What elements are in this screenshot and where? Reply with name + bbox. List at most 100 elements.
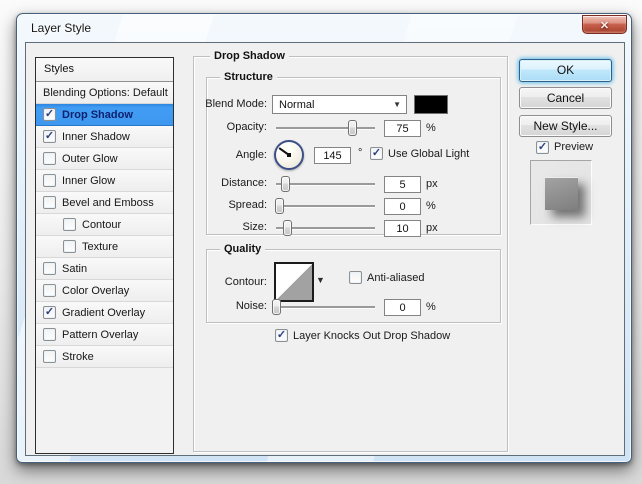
drop-shadow-groupbox: Drop Shadow Structure Blend Mode: Normal… xyxy=(193,56,508,452)
distance-slider-thumb[interactable] xyxy=(281,176,290,192)
spread-slider-thumb[interactable] xyxy=(275,198,284,214)
opacity-slider-thumb[interactable] xyxy=(348,120,357,136)
titlebar[interactable]: Layer Style ✕ xyxy=(17,14,631,42)
style-item-checkbox[interactable] xyxy=(43,152,56,165)
contour-dropdown-arrow[interactable]: ▼ xyxy=(316,275,325,285)
style-item-checkbox[interactable] xyxy=(43,350,56,363)
styles-list-item-gradient-overlay[interactable]: ✓ Gradient Overlay xyxy=(36,302,173,324)
style-item-label: Contour xyxy=(82,219,121,231)
style-item-label: Bevel and Emboss xyxy=(62,197,154,209)
contour-label: Contour: xyxy=(225,276,267,288)
contour-thumbnail[interactable] xyxy=(274,262,314,302)
preview-thumbnail xyxy=(530,160,592,225)
noise-unit: % xyxy=(426,301,436,313)
new-style-button[interactable]: New Style... xyxy=(519,115,612,137)
style-item-label: Blending Options: Default xyxy=(43,87,168,99)
styles-list-item-inner-glow[interactable]: Inner Glow xyxy=(36,170,173,192)
distance-unit: px xyxy=(426,178,438,190)
angle-dial[interactable] xyxy=(274,140,304,170)
noise-slider-thumb[interactable] xyxy=(272,299,281,315)
quality-group-title: Quality xyxy=(220,243,265,255)
blend-mode-select[interactable]: Normal ▼ xyxy=(272,95,407,114)
styles-list-item-outer-glow[interactable]: Outer Glow xyxy=(36,148,173,170)
styles-list-item-bevel-and-emboss[interactable]: Bevel and Emboss xyxy=(36,192,173,214)
spread-slider[interactable] xyxy=(276,205,375,207)
styles-list-header: Styles xyxy=(36,58,173,82)
style-item-checkbox[interactable] xyxy=(63,240,76,253)
desktop-background: Layer Style ✕ Styles Blending Options: D… xyxy=(0,0,642,484)
angle-label: Angle: xyxy=(236,149,267,161)
styles-list-item-inner-shadow[interactable]: ✓ Inner Shadow xyxy=(36,126,173,148)
quality-groupbox: Quality Contour: ▼ Anti-aliased Noise: % xyxy=(206,249,501,323)
style-item-label: Texture xyxy=(82,241,118,253)
distance-input[interactable] xyxy=(384,176,421,193)
noise-input[interactable] xyxy=(384,299,421,316)
drop-shadow-group-title: Drop Shadow xyxy=(210,50,289,62)
style-item-checkbox[interactable]: ✓ xyxy=(43,306,56,319)
opacity-slider[interactable] xyxy=(276,127,375,129)
shadow-color-swatch[interactable] xyxy=(414,95,448,114)
size-slider-thumb[interactable] xyxy=(283,220,292,236)
styles-list-item-color-overlay[interactable]: Color Overlay xyxy=(36,280,173,302)
use-global-light-checkbox[interactable]: ✓ xyxy=(370,147,383,160)
style-item-checkbox[interactable] xyxy=(43,328,56,341)
angle-unit: ° xyxy=(358,147,362,159)
layer-knocks-out-checkbox[interactable]: ✓ xyxy=(275,329,288,342)
opacity-unit: % xyxy=(426,122,436,134)
style-item-label: Inner Glow xyxy=(62,175,115,187)
layer-knocks-out-label: Layer Knocks Out Drop Shadow xyxy=(293,330,450,342)
angle-input[interactable] xyxy=(314,147,351,164)
style-item-label: Outer Glow xyxy=(62,153,118,165)
styles-list-item-texture[interactable]: Texture xyxy=(36,236,173,258)
style-item-label: Inner Shadow xyxy=(62,131,130,143)
noise-label: Noise: xyxy=(236,300,267,312)
noise-slider[interactable] xyxy=(272,306,375,308)
angle-dial-center-dot xyxy=(287,153,291,157)
chevron-down-icon: ▼ xyxy=(393,96,401,114)
structure-group-title: Structure xyxy=(220,71,277,83)
style-item-checkbox[interactable] xyxy=(43,284,56,297)
blend-mode-value: Normal xyxy=(279,96,314,114)
opacity-input[interactable] xyxy=(384,120,421,137)
ok-button[interactable]: OK xyxy=(519,59,612,82)
spread-label: Spread: xyxy=(228,199,267,211)
window-title: Layer Style xyxy=(31,21,91,35)
styles-list-item-pattern-overlay[interactable]: Pattern Overlay xyxy=(36,324,173,346)
size-slider[interactable] xyxy=(276,227,375,229)
styles-list-item-stroke[interactable]: Stroke xyxy=(36,346,173,368)
style-item-label: Gradient Overlay xyxy=(62,307,145,319)
anti-aliased-checkbox[interactable] xyxy=(349,271,362,284)
cancel-button[interactable]: Cancel xyxy=(519,87,612,109)
styles-list-item-contour[interactable]: Contour xyxy=(36,214,173,236)
preview-checkbox[interactable]: ✓ xyxy=(536,141,549,154)
distance-slider[interactable] xyxy=(276,183,375,185)
style-item-checkbox[interactable] xyxy=(63,218,76,231)
style-item-checkbox[interactable] xyxy=(43,262,56,275)
style-item-label: Color Overlay xyxy=(62,285,129,297)
layer-style-dialog: Layer Style ✕ Styles Blending Options: D… xyxy=(16,13,632,463)
style-item-label: Stroke xyxy=(62,351,94,363)
close-icon: ✕ xyxy=(600,20,609,32)
spread-unit: % xyxy=(426,200,436,212)
styles-list: Blending Options: Default ✓ Drop Shadow ✓ In… xyxy=(36,82,173,368)
style-item-checkbox[interactable]: ✓ xyxy=(43,108,56,121)
style-item-label: Drop Shadow xyxy=(62,109,133,121)
size-input[interactable] xyxy=(384,220,421,237)
styles-list-item-drop-shadow[interactable]: ✓ Drop Shadow xyxy=(36,104,173,126)
styles-list-item-blending-options-default[interactable]: Blending Options: Default xyxy=(36,82,173,104)
styles-list-item-satin[interactable]: Satin xyxy=(36,258,173,280)
dialog-client-area: Styles Blending Options: Default✓Drop Sh… xyxy=(25,42,625,456)
size-unit: px xyxy=(426,222,438,234)
styles-panel: Styles Blending Options: Default ✓ Drop Sh… xyxy=(35,57,174,454)
spread-input[interactable] xyxy=(384,198,421,215)
style-item-checkbox[interactable] xyxy=(43,196,56,209)
style-item-label: Pattern Overlay xyxy=(62,329,138,341)
blend-mode-label: Blend Mode: xyxy=(205,98,267,110)
use-global-light-label: Use Global Light xyxy=(388,148,469,160)
preview-label: Preview xyxy=(554,141,593,153)
opacity-label: Opacity: xyxy=(227,121,267,133)
style-item-checkbox[interactable] xyxy=(43,174,56,187)
anti-aliased-label: Anti-aliased xyxy=(367,272,424,284)
style-item-checkbox[interactable]: ✓ xyxy=(43,130,56,143)
close-button[interactable]: ✕ xyxy=(582,15,627,34)
